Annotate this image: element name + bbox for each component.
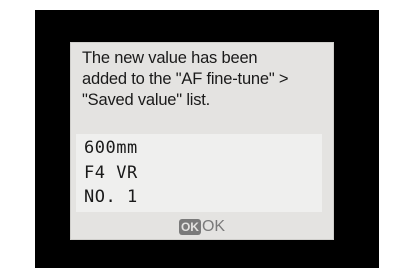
ok-button-icon: OK	[178, 219, 201, 235]
dialog-message: The new value has been added to the "AF …	[82, 49, 289, 109]
lens-aperture: F4 VR	[84, 163, 138, 183]
lens-focal-length: 600mm	[84, 138, 138, 158]
lens-info-box: 600mm F4 VR NO. 1	[76, 134, 322, 212]
ok-button-label: OK	[201, 218, 226, 235]
ok-button[interactable]: OK OK	[70, 217, 334, 237]
confirmation-dialog: The new value has been added to the "AF …	[70, 42, 334, 240]
lens-number: NO. 1	[84, 187, 138, 207]
